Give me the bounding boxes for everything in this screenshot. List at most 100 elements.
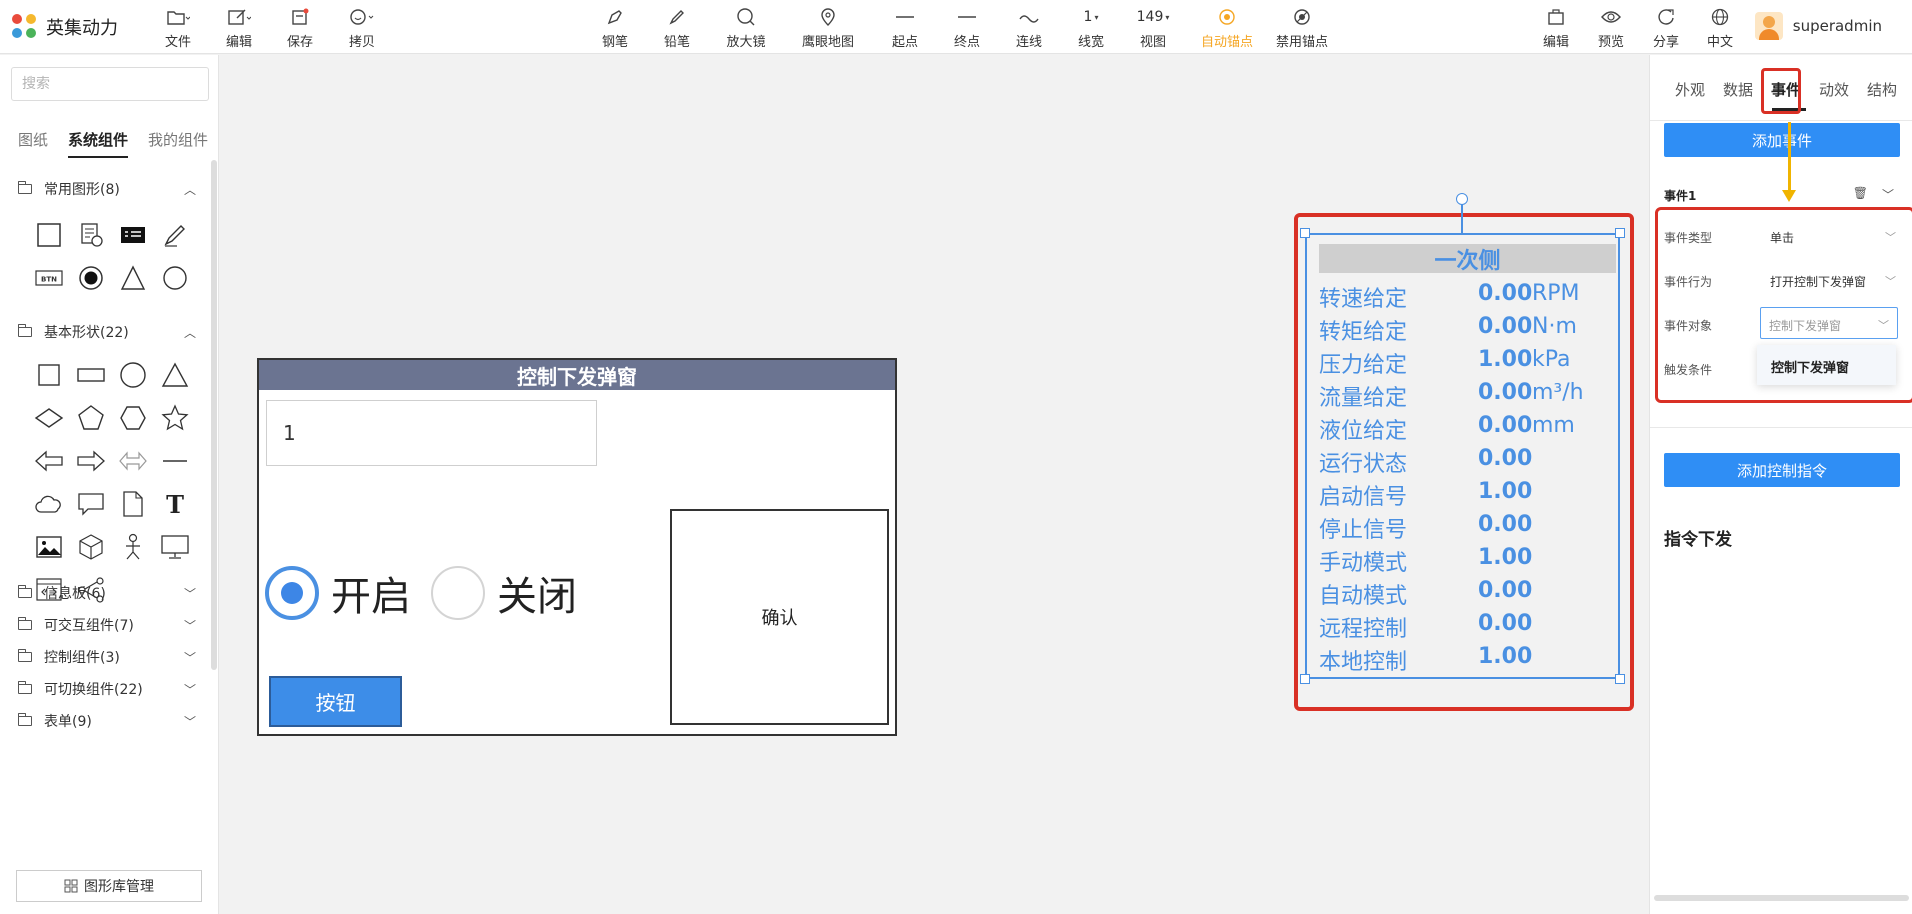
search-input[interactable] (11, 67, 209, 101)
start-point-tool[interactable]: 起点 (873, 6, 937, 50)
circle-shape[interactable] (112, 353, 154, 396)
auto-anchor-tool-label: 自动锚点 (1200, 35, 1253, 50)
cube-shape[interactable] (70, 525, 112, 568)
star-shape[interactable] (154, 396, 196, 439)
group-form[interactable]: 表单(9) ﹀ (17, 711, 196, 731)
rotation-stem (1461, 202, 1463, 233)
triangle-shape[interactable] (112, 256, 154, 299)
control-popup[interactable]: 控制下发弹窗 开启 关闭 确认 按钮 (257, 358, 897, 736)
add-event-button[interactable]: 添加事件 (1664, 123, 1900, 157)
language-label: 中文 (1706, 35, 1733, 50)
resize-handle-bottom-left[interactable] (1300, 674, 1310, 684)
circle-shape[interactable] (154, 256, 196, 299)
monitor-shape[interactable] (154, 525, 196, 568)
language-tool[interactable]: 中文 (1688, 6, 1752, 50)
view-tool[interactable]: 149 ▾ 视图 (1121, 6, 1185, 50)
panel-row: 转矩给定 0.00 N·m (1319, 314, 1609, 345)
tab-my-components[interactable]: 我的组件 (148, 129, 208, 158)
resize-handle-bottom-right[interactable] (1615, 674, 1625, 684)
group-label: 可切换组件(22) (44, 682, 143, 698)
chevron-down-icon: ﹀ (183, 618, 196, 633)
drawing-canvas[interactable]: 控制下发弹窗 开启 关闭 确认 按钮 一次侧 转速给定0.00RPM转矩给定0.… (220, 55, 1648, 914)
radio-unselected-indicator (431, 566, 485, 620)
library-manage-button[interactable]: 图形库管理 (16, 870, 202, 902)
tab-drawings[interactable]: 图纸 (18, 129, 48, 158)
svg-text:BTN: BTN (41, 275, 57, 283)
cloud-shape[interactable] (28, 482, 70, 525)
arrow-right-shape[interactable] (70, 439, 112, 482)
connector-icon (1017, 6, 1041, 28)
field-label: 事件类型 (1664, 231, 1713, 245)
list-board-shape[interactable] (112, 213, 154, 256)
btn-shape[interactable]: BTN (28, 256, 70, 299)
auto-anchor-tool[interactable]: 自动锚点 (1195, 6, 1259, 50)
connector-tool-label: 连线 (1015, 35, 1042, 50)
image-shape[interactable] (28, 525, 70, 568)
edit-menu[interactable]: 编辑 (207, 6, 271, 50)
actor-shape[interactable] (112, 525, 154, 568)
pentagon-shape[interactable] (70, 396, 112, 439)
arrow-left-shape[interactable] (28, 439, 70, 482)
properties-panel: 外观 数据 事件 动效 结构 添加事件 事件1 🗑 ﹀ 事件类型 单击 ﹀ 事件… (1649, 55, 1912, 914)
tab-system-components[interactable]: 系统组件 (68, 129, 129, 158)
confirm-button[interactable]: 确认 (670, 509, 889, 725)
group-common-shapes[interactable]: 常用图形(8) ︿ (17, 179, 196, 199)
radio-off[interactable]: 关闭 (431, 564, 577, 622)
radio-on[interactable]: 开启 (265, 564, 411, 622)
row-value: 1.00 (1478, 347, 1533, 372)
group-info-board[interactable]: 信息板(6) ﹀ (17, 583, 196, 603)
triangle-shape[interactable] (154, 353, 196, 396)
delete-icon[interactable]: 🗑 (1853, 186, 1868, 200)
line-shape[interactable] (154, 439, 196, 482)
copy-menu[interactable]: 拷贝 (330, 6, 394, 50)
preview-label: 预览 (1597, 35, 1624, 50)
doc-info-shape[interactable] (70, 213, 112, 256)
resize-handle-top-right[interactable] (1615, 228, 1625, 238)
square-shape[interactable] (28, 213, 70, 256)
square-shape[interactable] (28, 353, 70, 396)
add-command-button[interactable]: 添加控制指令 (1664, 453, 1900, 487)
row-label: 转速给定 (1319, 287, 1408, 312)
text-shape[interactable]: T (154, 482, 196, 525)
radio-shape[interactable] (70, 256, 112, 299)
user-menu[interactable]: superadmin (1754, 12, 1882, 40)
rotation-handle[interactable] (1456, 193, 1468, 205)
avatar (1754, 12, 1783, 40)
line-width-tool[interactable]: 1 ▾ 线宽 (1059, 6, 1123, 50)
tab-structure[interactable]: 结构 (1858, 79, 1906, 110)
share-label: 分享 (1652, 35, 1679, 50)
tab-appearance[interactable]: 外观 (1666, 79, 1714, 110)
popup-value-input[interactable] (266, 400, 597, 466)
disable-anchor-tool-label: 禁用锚点 (1275, 35, 1328, 50)
pen-tool[interactable]: 钢笔 (583, 6, 647, 50)
pencil-tool[interactable]: 铅笔 (645, 6, 709, 50)
resize-handle-top-left[interactable] (1300, 228, 1310, 238)
file-menu[interactable]: 文件 (146, 6, 210, 50)
popup-button[interactable]: 按钮 (269, 676, 402, 727)
magnifier-tool[interactable]: 放大镜 (714, 6, 778, 50)
rectangle-shape[interactable] (70, 353, 112, 396)
panel-scrollbar[interactable] (1654, 895, 1909, 901)
document-shape[interactable] (112, 482, 154, 525)
group-interactive[interactable]: 可交互组件(7) ﹀ (17, 615, 196, 635)
save-menu[interactable]: 保存 (268, 6, 332, 50)
eagle-eye-tool[interactable]: 鹰眼地图 (796, 6, 860, 50)
callout-shape[interactable] (70, 482, 112, 525)
chevron-down-icon[interactable]: ﹀ (1882, 186, 1894, 203)
group-switchable[interactable]: 可切换组件(22) ﹀ (17, 679, 196, 699)
hexagon-shape[interactable] (112, 396, 154, 439)
double-arrow-shape[interactable] (112, 439, 154, 482)
tab-animation[interactable]: 动效 (1810, 79, 1858, 110)
tab-data[interactable]: 数据 (1714, 79, 1762, 110)
diamond-shape[interactable] (28, 396, 70, 439)
sidebar-scrollbar[interactable] (211, 160, 217, 670)
group-basic-shapes[interactable]: 基本形状(22) ︿ (17, 322, 196, 342)
dropdown-option[interactable]: 控制下发弹窗 (1757, 345, 1896, 385)
disable-anchor-tool[interactable]: 禁用锚点 (1270, 6, 1334, 50)
data-panel[interactable]: 一次侧 转速给定 0.00 RPM 转矩给定 0.00 N·m 压力给定 1.00 kPa 流量给… (1305, 233, 1620, 679)
end-point-tool[interactable]: 终点 (935, 6, 999, 50)
event-target-select[interactable]: 控制下发弹窗 ﹀ (1760, 307, 1898, 339)
pen-shape[interactable] (154, 213, 196, 256)
group-control[interactable]: 控制组件(3) ﹀ (17, 647, 196, 667)
connector-tool[interactable]: 连线 (997, 6, 1061, 50)
